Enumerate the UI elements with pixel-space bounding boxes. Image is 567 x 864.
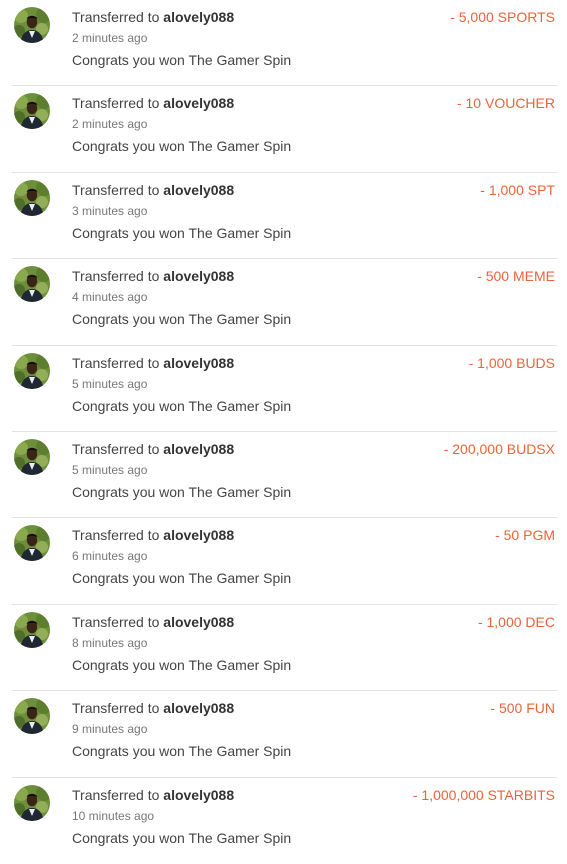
transfer-prefix: Transferred to bbox=[72, 440, 160, 457]
transfer-time: 10 minutes ago bbox=[72, 808, 155, 823]
transfer-description: Transferred to alovely088 bbox=[72, 527, 234, 543]
transfer-description: Transferred to alovely088 bbox=[72, 355, 234, 371]
transfer-row: Transferred to alovely088 6 minutes ago … bbox=[12, 518, 557, 605]
transfer-time: 5 minutes ago bbox=[72, 376, 148, 391]
transfer-memo: Congrats you won The Gamer Spin bbox=[72, 224, 292, 241]
transfer-memo: Congrats you won The Gamer Spin bbox=[72, 829, 292, 846]
user-avatar[interactable] bbox=[14, 525, 50, 562]
transfer-amount: - 50 PGM bbox=[495, 527, 555, 544]
transfer-description: Transferred to alovely088 bbox=[72, 700, 234, 716]
recipient-link[interactable]: alovely088 bbox=[163, 355, 234, 371]
avatar-photo bbox=[14, 438, 50, 475]
avatar-photo bbox=[14, 784, 50, 821]
transfer-row: Transferred to alovely088 10 minutes ago… bbox=[12, 778, 557, 864]
transfer-amount: - 200,000 BUDSX bbox=[443, 440, 555, 457]
recipient-link[interactable]: alovely088 bbox=[163, 614, 234, 630]
transfer-amount: - 5,000 SPORTS bbox=[450, 9, 555, 25]
avatar-photo bbox=[14, 698, 50, 735]
user-avatar[interactable] bbox=[14, 7, 50, 43]
transfer-description: Transferred to alovely088 bbox=[72, 9, 234, 25]
transfer-description: Transferred to alovely088 bbox=[72, 182, 234, 198]
transfer-row: Transferred to alovely088 9 minutes ago … bbox=[12, 691, 557, 778]
transfer-memo: Congrats you won The Gamer Spin bbox=[72, 138, 292, 155]
transfer-prefix: Transferred to bbox=[72, 700, 160, 717]
recipient-link[interactable]: alovely088 bbox=[163, 9, 234, 25]
transfer-amount: - 10 VOUCHER bbox=[456, 95, 555, 112]
user-avatar[interactable] bbox=[14, 179, 50, 216]
transfer-description: Transferred to alovely088 bbox=[72, 787, 234, 803]
user-avatar[interactable] bbox=[14, 611, 50, 648]
transfer-memo: Congrats you won The Gamer Spin bbox=[72, 483, 292, 500]
transfer-list: Transferred to alovely088 2 minutes ago … bbox=[0, 0, 567, 864]
recipient-link[interactable]: alovely088 bbox=[163, 527, 234, 543]
transfer-prefix: Transferred to bbox=[72, 613, 160, 630]
transfer-time: 2 minutes ago bbox=[72, 31, 148, 45]
user-avatar[interactable] bbox=[14, 93, 50, 130]
transfer-time: 4 minutes ago bbox=[72, 290, 148, 305]
transfer-amount: - 1,000,000 STARBITS bbox=[412, 786, 555, 803]
user-avatar[interactable] bbox=[14, 784, 50, 821]
transfer-time: 6 minutes ago bbox=[72, 549, 148, 564]
transfer-prefix: Transferred to bbox=[72, 354, 160, 371]
transfer-time: 3 minutes ago bbox=[72, 203, 148, 218]
recipient-link[interactable]: alovely088 bbox=[163, 441, 234, 457]
transfer-row: Transferred to alovely088 3 minutes ago … bbox=[12, 173, 557, 260]
transfer-description: Transferred to alovely088 bbox=[72, 614, 234, 630]
transfer-description: Transferred to alovely088 bbox=[72, 441, 234, 457]
transfer-row: Transferred to alovely088 5 minutes ago … bbox=[12, 346, 557, 432]
transfer-time: 2 minutes ago bbox=[72, 117, 148, 132]
transfer-description: Transferred to alovely088 bbox=[72, 268, 234, 284]
transfer-memo: Congrats you won The Gamer Spin bbox=[72, 311, 292, 328]
avatar-photo bbox=[14, 93, 50, 130]
transfer-memo: Congrats you won The Gamer Spin bbox=[72, 52, 292, 68]
transfer-time: 9 minutes ago bbox=[72, 722, 148, 737]
transfer-row: Transferred to alovely088 4 minutes ago … bbox=[12, 259, 557, 346]
user-avatar[interactable] bbox=[14, 352, 50, 389]
avatar-photo bbox=[14, 352, 50, 389]
transfer-amount: - 1,000 DEC bbox=[477, 613, 555, 630]
recipient-link[interactable]: alovely088 bbox=[163, 787, 234, 803]
user-avatar[interactable] bbox=[14, 438, 50, 475]
transfer-time: 5 minutes ago bbox=[72, 462, 148, 477]
avatar-photo bbox=[14, 525, 50, 562]
transfer-memo: Congrats you won The Gamer Spin bbox=[72, 570, 292, 587]
recipient-link[interactable]: alovely088 bbox=[163, 95, 234, 111]
avatar-photo bbox=[14, 179, 50, 216]
avatar-photo bbox=[14, 611, 50, 648]
recipient-link[interactable]: alovely088 bbox=[163, 268, 234, 284]
transfer-amount: - 500 MEME bbox=[477, 268, 555, 285]
transfer-memo: Congrats you won The Gamer Spin bbox=[72, 656, 292, 673]
transfer-row: Transferred to alovely088 2 minutes ago … bbox=[12, 86, 557, 173]
transfer-prefix: Transferred to bbox=[72, 181, 160, 198]
transfer-prefix: Transferred to bbox=[72, 95, 160, 112]
user-avatar[interactable] bbox=[14, 266, 50, 303]
transfer-memo: Congrats you won The Gamer Spin bbox=[72, 397, 292, 414]
transfer-row: Transferred to alovely088 2 minutes ago … bbox=[12, 0, 557, 87]
recipient-link[interactable]: alovely088 bbox=[163, 700, 234, 716]
transfer-prefix: Transferred to bbox=[72, 9, 160, 25]
transfer-prefix: Transferred to bbox=[72, 268, 160, 285]
transfer-description: Transferred to alovely088 bbox=[72, 95, 234, 111]
recipient-link[interactable]: alovely088 bbox=[163, 182, 234, 198]
transfer-row: Transferred to alovely088 8 minutes ago … bbox=[12, 605, 557, 692]
transfer-amount: - 1,000 SPT bbox=[480, 181, 555, 198]
user-avatar[interactable] bbox=[14, 698, 50, 735]
transfer-memo: Congrats you won The Gamer Spin bbox=[72, 743, 292, 760]
transfer-prefix: Transferred to bbox=[72, 527, 160, 544]
transfer-amount: - 500 FUN bbox=[490, 700, 555, 717]
avatar-photo bbox=[14, 7, 50, 43]
transfer-prefix: Transferred to bbox=[72, 786, 160, 803]
avatar-photo bbox=[14, 266, 50, 303]
transfer-row: Transferred to alovely088 5 minutes ago … bbox=[12, 432, 557, 519]
transfer-time: 8 minutes ago bbox=[72, 635, 148, 650]
transfer-amount: - 1,000 BUDS bbox=[468, 354, 555, 371]
